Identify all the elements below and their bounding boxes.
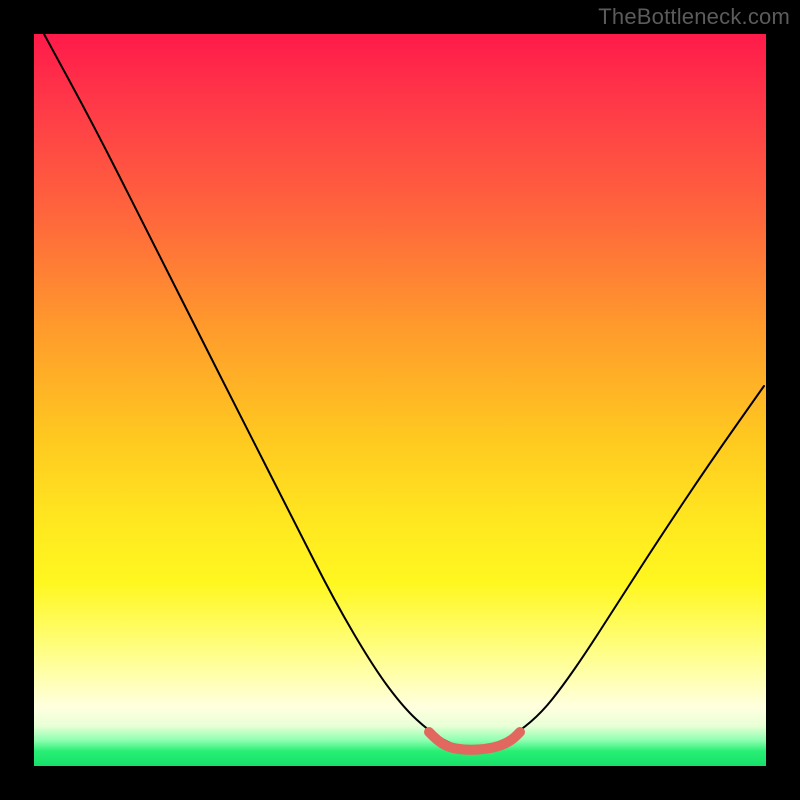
curves-svg xyxy=(34,34,766,766)
chart-stage: TheBottleneck.com xyxy=(0,0,800,800)
plot-area xyxy=(34,34,766,766)
red-valley-band xyxy=(429,732,520,750)
watermark-text: TheBottleneck.com xyxy=(598,4,790,30)
black-curve xyxy=(44,34,764,748)
